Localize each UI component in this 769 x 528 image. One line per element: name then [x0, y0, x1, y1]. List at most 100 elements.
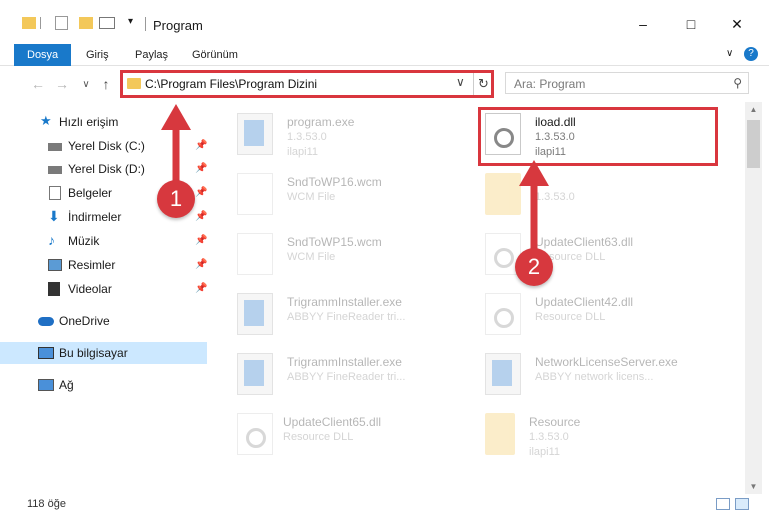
address-path[interactable]: C:\Program Files\Program Dizini [145, 77, 317, 91]
file-name: NetworkLicenseServer.exe [535, 355, 678, 369]
sidebar-item-onedrive[interactable]: OneDrive [0, 310, 207, 332]
gear-icon [494, 308, 514, 328]
file-description: ABBYY FineReader tri... [287, 371, 406, 383]
file-tile[interactable]: UpdateClient65.dll Resource DLL [237, 409, 477, 465]
search-input[interactable]: Ara: Program [514, 77, 585, 91]
scroll-up-icon[interactable]: ▲ [745, 105, 762, 114]
file-type: Resource DLL [535, 311, 606, 323]
folder-icon [127, 78, 141, 89]
ribbon: Dosya Giriş Paylaş Görünüm ∨ ? [0, 44, 769, 66]
application-icon [237, 113, 273, 155]
new-folder-icon[interactable] [79, 17, 93, 29]
pin-icon[interactable]: 📌 [195, 158, 207, 180]
sidebar-item-network[interactable]: Ağ [0, 374, 207, 396]
file-tile[interactable]: UpdateClient42.dll Resource DLL [485, 289, 725, 345]
address-dropdown-icon[interactable]: ∨ [456, 75, 465, 89]
large-icons-view-icon[interactable] [735, 498, 749, 510]
sidebar-item-pictures[interactable]: Resimler 📌 [0, 254, 207, 276]
search-icon: ⚲ [733, 76, 742, 90]
file-tile[interactable]: TrigrammInstaller.exe ABBYY FineReader t… [237, 289, 477, 345]
pin-icon[interactable]: 📌 [195, 230, 207, 252]
back-button[interactable]: ← [30, 76, 46, 92]
star-icon: ★ [40, 113, 52, 128]
sidebar-item-label: Yerel Disk (D:) [68, 162, 145, 176]
step-badge-1: 1 [157, 180, 195, 218]
drive-icon [48, 143, 62, 151]
application-icon [237, 353, 273, 395]
sidebar-item-label: Yerel Disk (C:) [68, 139, 145, 153]
ribbon-expand-icon[interactable]: ∨ [726, 48, 733, 59]
file-tile[interactable]: NetworkLicenseServer.exe ABBYY network l… [485, 349, 725, 405]
file-name: SndToWP15.wcm [287, 235, 382, 249]
folder-icon [485, 173, 521, 215]
sidebar-item-music[interactable]: ♪ Müzik 📌 [0, 230, 207, 252]
tab-file[interactable]: Dosya [14, 44, 72, 66]
separator [40, 17, 41, 29]
highlight-box [478, 107, 718, 166]
file-type: WCM File [287, 191, 336, 203]
sidebar-item-disk-d[interactable]: Yerel Disk (D:) 📌 [0, 158, 207, 180]
document-icon [237, 173, 273, 215]
file-tile[interactable]: SndToWP16.wcm WCM File [237, 169, 477, 225]
file-tile[interactable]: Resource 1.3.53.0 ilapi11 [485, 409, 725, 465]
file-name: SndToWP16.wcm [287, 175, 382, 189]
file-description: ABBYY FineReader tri... [287, 311, 406, 323]
tab-view[interactable]: Görünüm [192, 44, 238, 66]
refresh-button[interactable]: ↻ [473, 73, 493, 95]
search-box[interactable]: Ara: Program ⚲ [505, 72, 749, 94]
sidebar-item-disk-c[interactable]: Yerel Disk (C:) 📌 [0, 135, 207, 157]
address-bar[interactable]: C:\Program Files\Program Dizini ∨ ↻ [120, 70, 494, 98]
file-version: 1.3.53.0 [535, 191, 575, 203]
separator [145, 17, 146, 31]
file-name: UpdateClient42.dll [535, 295, 634, 309]
cloud-icon [38, 317, 54, 326]
up-button[interactable]: ↑ [98, 76, 114, 92]
minimize-button[interactable]: – [628, 12, 658, 36]
window-title: Program [153, 18, 203, 33]
pin-icon[interactable]: 📌 [195, 278, 207, 300]
document-icon [49, 186, 61, 200]
properties-icon[interactable] [55, 16, 68, 30]
close-button[interactable]: ✕ [722, 12, 752, 36]
sidebar-item-label: Ağ [59, 378, 74, 392]
quick-access-dropdown-icon[interactable]: ▾ [128, 16, 133, 27]
tab-share[interactable]: Paylaş [135, 44, 168, 66]
status-bar: 118 öğe [0, 494, 769, 528]
sidebar-item-this-pc[interactable]: Bu bilgisayar [0, 342, 207, 364]
tab-home[interactable]: Giriş [86, 44, 109, 66]
pin-icon[interactable]: 📌 [195, 135, 207, 157]
scroll-down-icon[interactable]: ▼ [745, 482, 762, 491]
file-name: UpdateClient65.dll [283, 415, 382, 429]
pin-icon[interactable]: 📌 [195, 182, 207, 204]
sidebar-item-label: Müzik [68, 234, 100, 248]
sidebar-item-label: Videolar [68, 282, 112, 296]
application-icon [485, 353, 521, 395]
customize-icon[interactable] [99, 17, 115, 29]
sidebar-item-label: Belgeler [68, 186, 113, 200]
sidebar-item-label: Hızlı erişim [59, 115, 119, 129]
download-icon: ⬇ [48, 208, 60, 224]
drive-icon [48, 166, 62, 174]
file-tile[interactable]: SndToWP15.wcm WCM File [237, 229, 477, 285]
file-tile[interactable]: program.exe 1.3.53.0 ilapi11 [237, 109, 477, 165]
forward-button[interactable]: → [54, 76, 70, 92]
recent-locations-icon[interactable]: ∨ [78, 79, 94, 90]
file-type: WCM File [287, 251, 336, 263]
pin-icon[interactable]: 📌 [195, 206, 207, 228]
pin-icon[interactable]: 📌 [195, 254, 207, 276]
vertical-scrollbar[interactable]: ▲ ▼ [745, 102, 762, 494]
maximize-button[interactable]: □ [676, 12, 706, 36]
file-version: 1.3.53.0 [529, 431, 569, 443]
title-bar: ▾ Program – □ ✕ [0, 0, 769, 44]
details-view-icon[interactable] [716, 498, 730, 510]
file-name: TrigrammInstaller.exe [287, 355, 402, 369]
file-tile[interactable]: 1.3.53.0 [485, 169, 725, 225]
scrollbar-thumb[interactable] [747, 120, 760, 168]
sidebar-item-quick-access[interactable]: ★ Hızlı erişim [0, 111, 207, 133]
help-icon[interactable]: ? [744, 47, 758, 61]
navigation-pane: ★ Hızlı erişim Yerel Disk (C:) 📌 Yerel D… [0, 102, 210, 492]
sidebar-item-label: Bu bilgisayar [59, 346, 128, 360]
music-icon: ♪ [48, 232, 55, 248]
sidebar-item-videos[interactable]: Videolar 📌 [0, 278, 207, 300]
file-tile[interactable]: TrigrammInstaller.exe ABBYY FineReader t… [237, 349, 477, 405]
